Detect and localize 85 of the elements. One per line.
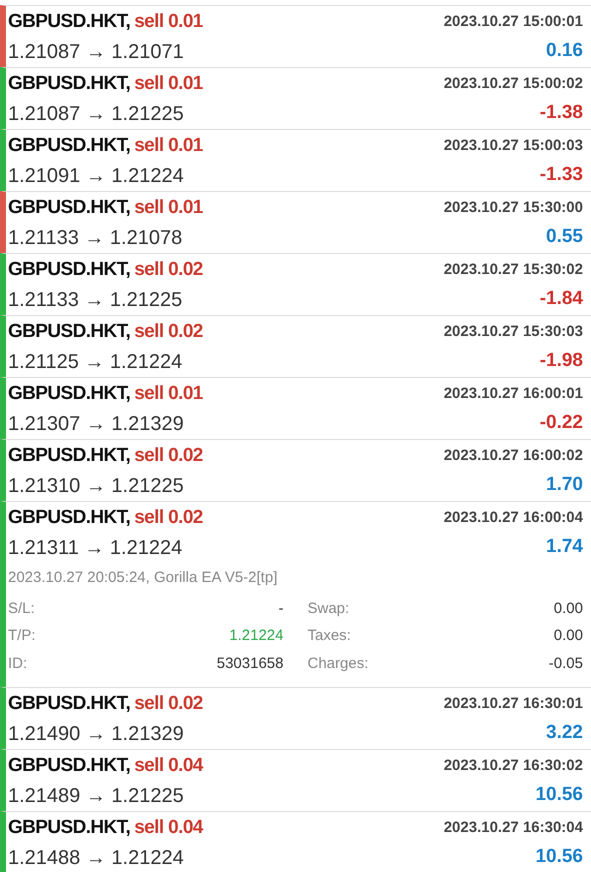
deal-row[interactable]: GBPUSD.HKT, sell 0.01 2023.10.27 16:00:01 1.21307 → 1.21329 -0.22 [0, 377, 591, 439]
profit-text: 3.22 [546, 721, 583, 746]
profit-text: 0.16 [546, 39, 583, 64]
action-text: sell 0.02 [134, 692, 203, 716]
field-label: Taxes: [308, 626, 351, 646]
symbol-text: GBPUSD.HKT, [8, 196, 130, 220]
time-text: 2023.10.27 16:00:04 [444, 508, 583, 528]
symbol-text: GBPUSD.HKT, [8, 134, 130, 158]
symbol-text: GBPUSD.HKT, [8, 382, 130, 406]
deal-row[interactable]: GBPUSD.HKT, sell 0.02 2023.10.27 16:30:01 1.21490 → 1.21329 3.22 [0, 687, 591, 749]
price-text: 1.21490 → 1.21329 [8, 722, 184, 746]
time-text: 2023.10.27 15:30:03 [444, 322, 583, 342]
deal-row[interactable]: GBPUSD.HKT, sell 0.01 2023.10.27 15:00:02 1.21087 → 1.21225 -1.38 [0, 67, 591, 129]
deal-row[interactable]: GBPUSD.HKT, sell 0.04 2023.10.27 16:30:02 1.21489 → 1.21225 10.56 [0, 749, 591, 811]
symbol-text: GBPUSD.HKT, [8, 258, 130, 282]
price-text: 1.21488 → 1.21224 [8, 846, 184, 870]
action-text: sell 0.04 [134, 754, 203, 778]
price-text: 1.21125 → 1.21224 [8, 350, 182, 374]
action-text: sell 0.04 [134, 816, 203, 840]
time-text: 2023.10.27 15:00:02 [444, 74, 583, 94]
time-text: 2023.10.27 15:30:02 [444, 260, 583, 280]
field-label: Charges: [308, 654, 368, 674]
deal-row[interactable]: GBPUSD.HKT, sell 0.02 2023.10.27 16:00:04 1.21311 → 1.21224 1.74 [0, 501, 591, 563]
action-text: sell 0.01 [134, 72, 203, 96]
deal-row[interactable]: GBPUSD.HKT, sell 0.02 2023.10.27 15:30:03 1.21125 → 1.21224 -1.98 [0, 315, 591, 377]
profit-text: -1.84 [540, 287, 583, 312]
profit-text: 10.56 [535, 845, 583, 870]
profit-text: 1.70 [546, 473, 583, 498]
field-value: 53031658 [216, 654, 284, 674]
time-text: 2023.10.27 15:30:00 [444, 198, 583, 218]
time-text: 2023.10.27 16:30:02 [444, 756, 583, 776]
price-text: 1.21087 → 1.21225 [8, 102, 184, 126]
field-label: T/P: [8, 626, 36, 646]
price-text: 1.21133 → 1.21225 [8, 288, 182, 312]
deal-row[interactable]: GBPUSD.HKT, sell 0.01 2023.10.27 15:00:03 1.21091 → 1.21224 -1.33 [0, 129, 591, 191]
action-text: sell 0.01 [134, 196, 203, 220]
price-text: 1.21087 → 1.21071 [8, 40, 184, 64]
profit-text: -1.38 [540, 101, 583, 126]
deal-row[interactable]: GBPUSD.HKT, sell 0.02 2023.10.27 15:30:02 1.21133 → 1.21225 -1.84 [0, 253, 591, 315]
field-value: 1.21224 [229, 626, 284, 646]
time-text: 2023.10.27 15:00:03 [444, 136, 583, 156]
profit-text: 0.55 [546, 225, 583, 250]
comment-text: 2023.10.27 20:05:24, Gorilla EA V5-2[tp] [8, 568, 278, 588]
field-value: - [278, 598, 284, 618]
action-text: sell 0.02 [134, 320, 203, 344]
symbol-text: GBPUSD.HKT, [8, 444, 130, 468]
time-text: 2023.10.27 16:00:01 [444, 384, 583, 404]
symbol-text: GBPUSD.HKT, [8, 816, 130, 840]
field-label: Swap: [308, 598, 350, 618]
price-text: 1.21489 → 1.21225 [8, 784, 184, 808]
action-text: sell 0.02 [134, 506, 203, 530]
symbol-text: GBPUSD.HKT, [8, 10, 130, 34]
time-text: 2023.10.27 16:30:01 [444, 694, 583, 714]
action-text: sell 0.01 [134, 382, 203, 406]
price-text: 1.21091 → 1.21224 [8, 164, 184, 188]
profit-text: -1.98 [540, 349, 583, 374]
time-text: 2023.10.27 16:00:02 [444, 446, 583, 466]
time-text: 2023.10.27 15:00:01 [444, 12, 583, 32]
symbol-text: GBPUSD.HKT, [8, 692, 130, 716]
action-text: sell 0.02 [134, 444, 203, 468]
price-text: 1.21307 → 1.21329 [8, 412, 184, 436]
field-label: S/L: [8, 598, 35, 618]
symbol-text: GBPUSD.HKT, [8, 506, 130, 530]
symbol-text: GBPUSD.HKT, [8, 754, 130, 778]
deal-row[interactable]: GBPUSD.HKT, sell 0.01 2023.10.27 15:30:00 1.21133 → 1.21078 0.55 [0, 191, 591, 253]
symbol-text: GBPUSD.HKT, [8, 320, 130, 344]
field-value: 0.00 [554, 598, 583, 618]
profit-text: -0.22 [540, 411, 583, 436]
field-label: ID: [8, 654, 28, 674]
symbol-text: GBPUSD.HKT, [8, 72, 130, 96]
price-text: 1.21311 → 1.21224 [8, 536, 182, 560]
deal-row[interactable]: GBPUSD.HKT, sell 0.02 2023.10.27 16:00:02 1.21310 → 1.21225 1.70 [0, 439, 591, 501]
action-text: sell 0.02 [134, 258, 203, 282]
profit-text: 10.56 [535, 783, 583, 808]
profit-text: 1.74 [546, 535, 583, 560]
time-text: 2023.10.27 16:30:04 [444, 818, 583, 838]
deal-row[interactable]: GBPUSD.HKT, sell 0.04 2023.10.27 16:30:04 1.21488 → 1.21224 10.56 [0, 811, 591, 872]
action-text: sell 0.01 [134, 10, 203, 34]
field-value: 0.00 [554, 626, 583, 646]
price-text: 1.21310 → 1.21225 [8, 474, 184, 498]
field-value: -0.05 [548, 654, 583, 674]
action-text: sell 0.01 [134, 134, 203, 158]
profit-text: -1.33 [540, 163, 583, 188]
deal-row[interactable]: GBPUSD.HKT, sell 0.01 2023.10.27 15:00:01 1.21087 → 1.21071 0.16 [0, 5, 591, 67]
price-text: 1.21133 → 1.21078 [8, 226, 182, 250]
